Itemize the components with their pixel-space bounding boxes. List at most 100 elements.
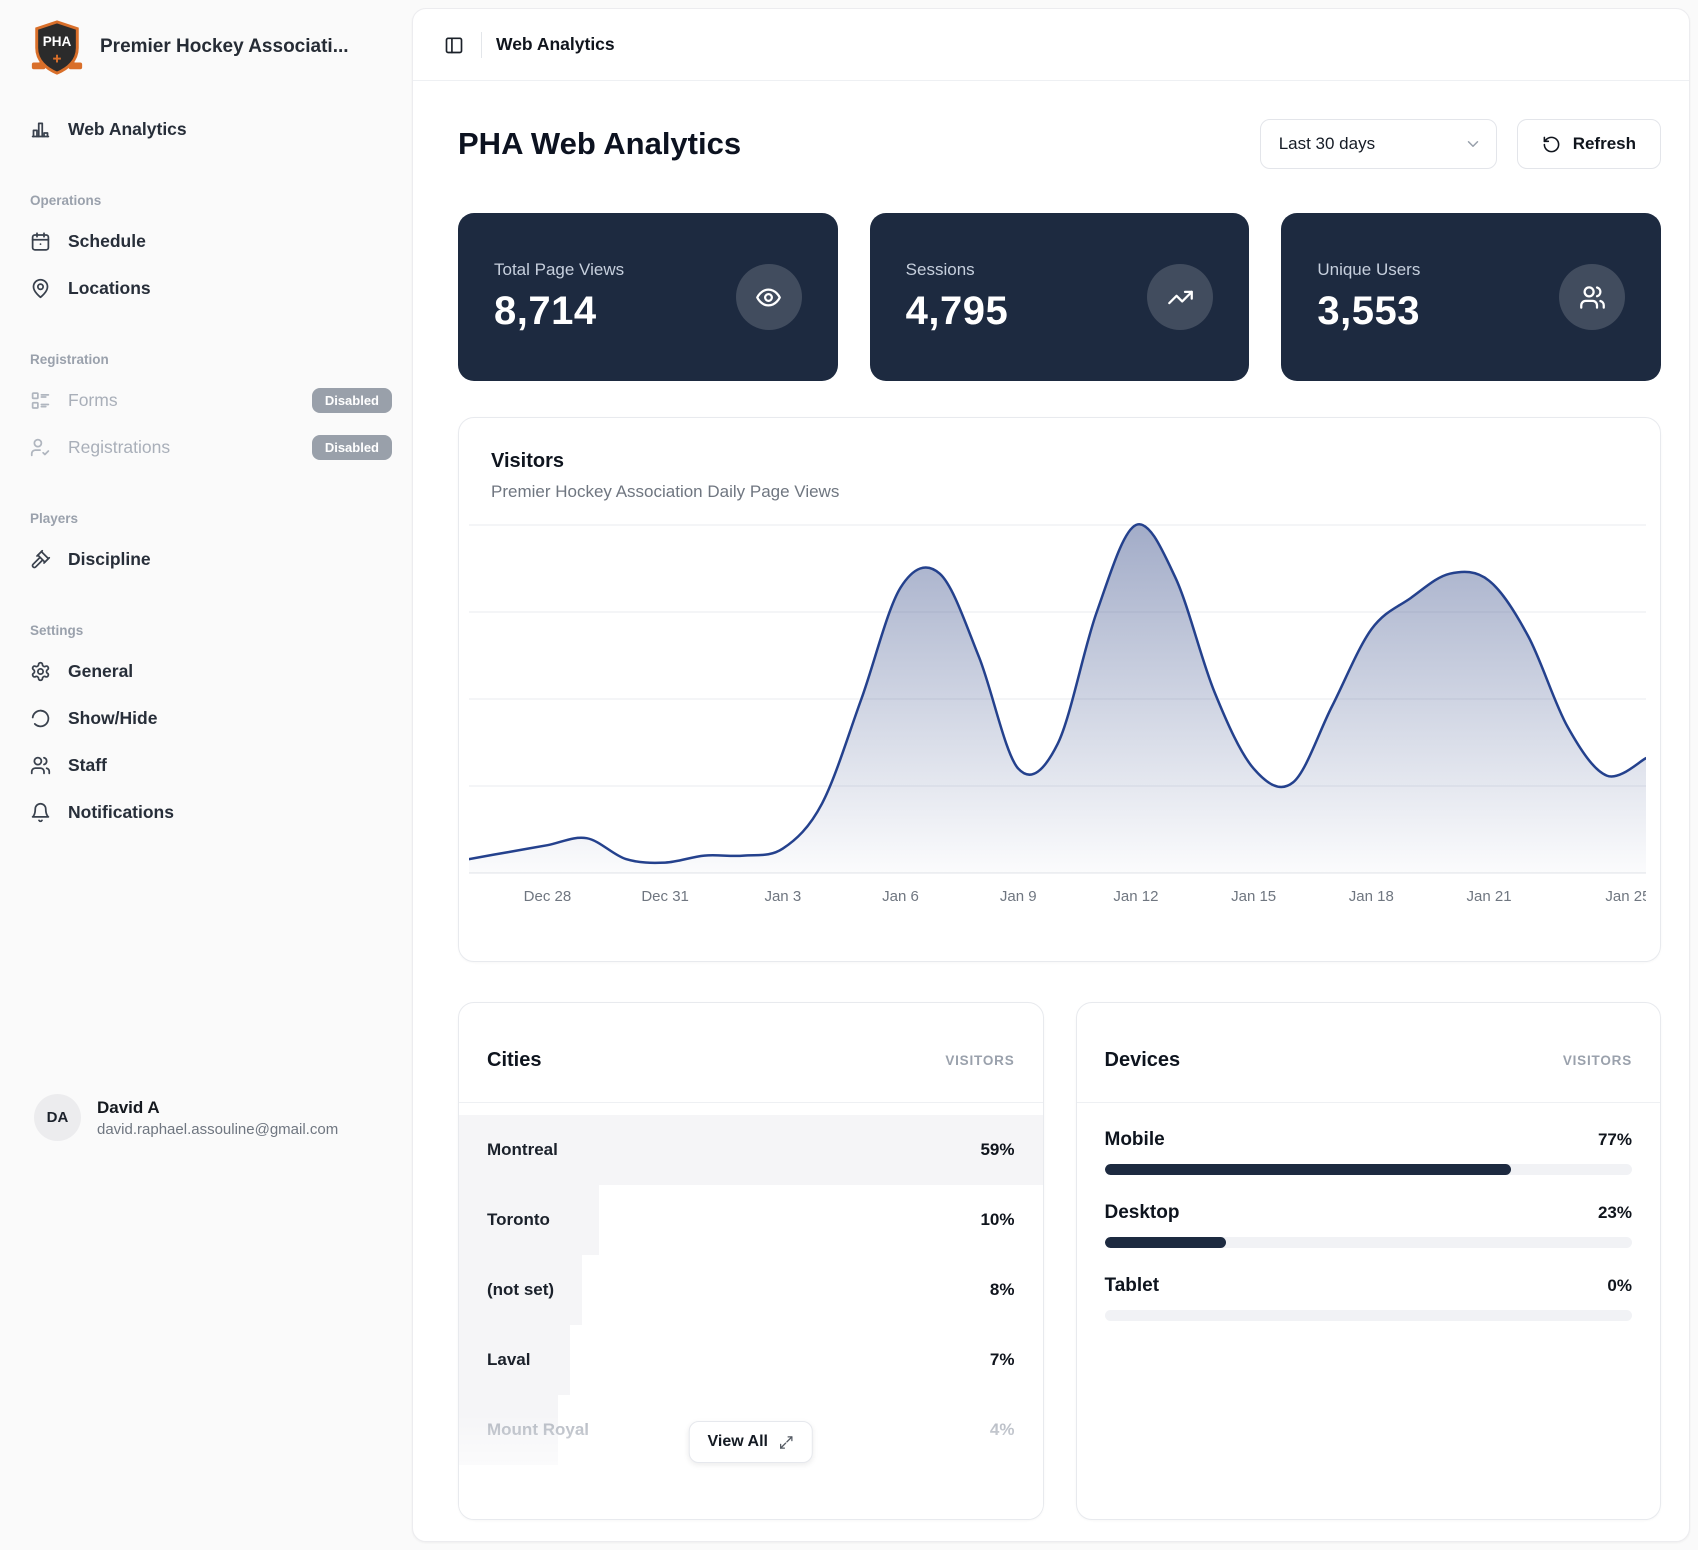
city-name: Toronto xyxy=(487,1210,550,1230)
sidebar-item-label: Notifications xyxy=(68,802,174,823)
sidebar-item-web-analytics[interactable]: Web Analytics xyxy=(30,106,392,153)
city-value: 4% xyxy=(990,1420,1015,1440)
brand[interactable]: PHA Premier Hockey Associati... xyxy=(0,0,412,76)
chart-title: Visitors xyxy=(491,450,1624,473)
stat-card-total-page-views: Total Page Views8,714 xyxy=(458,213,838,381)
sidebar-item-show-hide[interactable]: Show/Hide xyxy=(30,695,392,742)
device-progress-fill xyxy=(1105,1237,1226,1248)
sidebar-item-discipline[interactable]: Discipline xyxy=(30,536,392,583)
city-value: 59% xyxy=(980,1140,1014,1160)
device-row-desktop: Desktop 23% xyxy=(1105,1202,1633,1248)
stat-value: 3,553 xyxy=(1317,289,1420,334)
cities-card: Cities VISITORS Montreal59%Toronto10%(no… xyxy=(458,1002,1044,1520)
gear-icon xyxy=(30,661,51,682)
users-icon xyxy=(1559,264,1625,330)
device-progress-track xyxy=(1105,1237,1633,1248)
chart-subtitle: Premier Hockey Association Daily Page Vi… xyxy=(491,482,1624,502)
trending-up-icon xyxy=(1147,264,1213,330)
city-value: 10% xyxy=(980,1210,1014,1230)
sidebar: PHA Premier Hockey Associati... Web Anal… xyxy=(0,0,412,1550)
svg-text:Dec 28: Dec 28 xyxy=(524,888,572,905)
stat-value: 4,795 xyxy=(906,289,1009,334)
user-check-icon xyxy=(30,437,51,458)
city-name: Montreal xyxy=(487,1140,558,1160)
disabled-badge: Disabled xyxy=(312,388,392,413)
city-name: Mount Royal xyxy=(487,1420,589,1440)
user-email: david.raphael.assouline@gmail.com xyxy=(97,1121,338,1138)
bar-chart-icon xyxy=(30,119,51,140)
sidebar-item-schedule[interactable]: Schedule xyxy=(30,218,392,265)
sidebar-item-label: Web Analytics xyxy=(68,119,187,140)
svg-text:Jan 12: Jan 12 xyxy=(1113,888,1158,905)
sidebar-toggle-button[interactable] xyxy=(435,26,473,64)
device-name: Desktop xyxy=(1105,1202,1180,1224)
sidebar-item-label: Forms xyxy=(68,390,118,411)
stat-card-unique-users: Unique Users 3,553 xyxy=(1281,213,1661,381)
brand-name: Premier Hockey Associati... xyxy=(100,36,349,58)
city-row-toronto: Toronto 10% xyxy=(459,1185,1043,1255)
refresh-button[interactable]: Refresh xyxy=(1517,119,1661,169)
cities-rows: Montreal59%Toronto10%(not set)8%Laval7%M… xyxy=(459,1103,1043,1465)
stat-label: Total Page Views xyxy=(494,260,624,280)
device-value: 77% xyxy=(1598,1130,1632,1150)
view-all-button[interactable]: View All xyxy=(689,1421,813,1463)
sidebar-item-forms[interactable]: Forms Disabled xyxy=(30,377,392,424)
devices-card: Devices VISITORS Mobile77%Desktop23%Tabl… xyxy=(1076,1002,1662,1520)
bell-icon xyxy=(30,802,51,823)
city-value: 8% xyxy=(990,1280,1015,1300)
sidebar-item-label: Discipline xyxy=(68,549,151,570)
sidebar-item-label: Staff xyxy=(68,755,107,776)
svg-text:Dec 31: Dec 31 xyxy=(641,888,689,905)
forms-icon xyxy=(30,390,51,411)
sidebar-section-title: Settings xyxy=(30,623,392,638)
city-name: Laval xyxy=(487,1350,530,1370)
map-pin-icon xyxy=(30,278,51,299)
device-progress-fill xyxy=(1105,1164,1511,1175)
sidebar-item-label: Locations xyxy=(68,278,151,299)
visitors-chart-card: Visitors Premier Hockey Association Dail… xyxy=(458,417,1661,962)
svg-text:Jan 21: Jan 21 xyxy=(1466,888,1511,905)
sidebar-item-registrations[interactable]: Registrations Disabled xyxy=(30,424,392,471)
eye-icon xyxy=(736,264,802,330)
sidebar-section-title: Operations xyxy=(30,193,392,208)
device-name: Tablet xyxy=(1105,1275,1160,1297)
city-row-not-set: (not set)8% xyxy=(459,1255,1043,1325)
sidebar-item-label: Registrations xyxy=(68,437,170,458)
sidebar-item-label: General xyxy=(68,661,133,682)
city-row-montreal: Montreal 59% xyxy=(459,1115,1043,1185)
stat-cards: Total Page Views8,714Sessions4,795Unique… xyxy=(458,213,1661,381)
header-divider xyxy=(481,32,482,58)
device-row-tablet: Tablet0% xyxy=(1105,1275,1633,1321)
sidebar-item-label: Show/Hide xyxy=(68,708,157,729)
sidebar-section-title: Players xyxy=(30,511,392,526)
chevron-down-icon xyxy=(1464,135,1482,153)
svg-text:PHA: PHA xyxy=(43,34,72,49)
svg-text:Jan 15: Jan 15 xyxy=(1231,888,1276,905)
disabled-badge: Disabled xyxy=(312,435,392,460)
content: PHA Web Analytics Last 30 days Refresh T… xyxy=(413,119,1689,1520)
refresh-icon xyxy=(1542,135,1561,154)
sidebar-item-staff[interactable]: Staff xyxy=(30,742,392,789)
device-value: 23% xyxy=(1598,1203,1632,1223)
expand-icon xyxy=(779,1435,794,1450)
cities-title: Cities xyxy=(487,1049,541,1072)
device-progress-track xyxy=(1105,1164,1633,1175)
visitors-area-chart: Dec 28Dec 31Jan 3Jan 6Jan 9Jan 12Jan 15J… xyxy=(469,518,1646,910)
sidebar-section-title: Registration xyxy=(30,352,392,367)
stat-label: Unique Users xyxy=(1317,260,1420,280)
date-range-select[interactable]: Last 30 days xyxy=(1260,119,1497,169)
sidebar-item-locations[interactable]: Locations xyxy=(30,265,392,312)
users-icon xyxy=(30,755,51,776)
device-row-mobile: Mobile77% xyxy=(1105,1129,1633,1175)
user-name: David A xyxy=(97,1098,338,1118)
user-profile[interactable]: DA David A david.raphael.assouline@gmail… xyxy=(0,1094,412,1141)
page-title: PHA Web Analytics xyxy=(458,126,741,162)
stat-card-sessions: Sessions4,795 xyxy=(870,213,1250,381)
sidebar-item-general[interactable]: General xyxy=(30,648,392,695)
calendar-icon xyxy=(30,231,51,252)
sidebar-item-label: Schedule xyxy=(68,231,146,252)
sidebar-item-notifications[interactable]: Notifications xyxy=(30,789,392,836)
date-range-value: Last 30 days xyxy=(1279,134,1375,154)
svg-text:Jan 9: Jan 9 xyxy=(1000,888,1037,905)
devices-visitors-header: VISITORS xyxy=(1563,1053,1632,1068)
